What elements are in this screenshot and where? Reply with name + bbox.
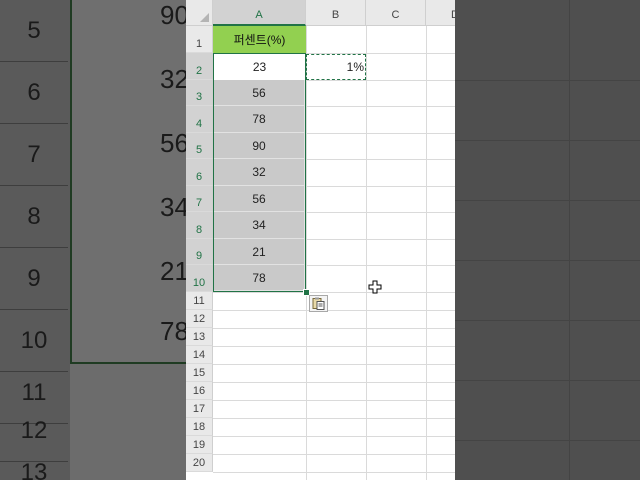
background-empty-cells (70, 364, 186, 480)
background-value: 78 (160, 316, 186, 346)
background-row-number: 5 (0, 0, 68, 62)
row-header-7[interactable]: 7 (186, 186, 213, 212)
spreadsheet-grid: A B C D 1 2 3 4 5 6 7 8 9 10 11 12 13 14… (186, 0, 455, 480)
row-header-6[interactable]: 6 (186, 159, 213, 186)
row-header-15[interactable]: 15 (186, 364, 213, 382)
paste-options-icon[interactable] (309, 295, 328, 312)
row-header-16[interactable]: 16 (186, 382, 213, 400)
column-header-b[interactable]: B (306, 0, 366, 26)
background-value: 32 (160, 64, 186, 94)
column-header-a[interactable]: A (213, 0, 306, 26)
row-header-18[interactable]: 18 (186, 418, 213, 436)
background-row-number: 8 (0, 186, 68, 248)
selection-range-outline (213, 53, 306, 292)
row-header-2[interactable]: 2 (186, 53, 213, 80)
cell-select-cursor-icon (368, 280, 382, 294)
row-header-4[interactable]: 4 (186, 106, 213, 133)
row-header-9[interactable]: 9 (186, 239, 213, 265)
background-zoomed-sheet-right (455, 0, 640, 480)
row-header-12[interactable]: 12 (186, 310, 213, 328)
copy-marquee (306, 54, 366, 80)
column-header-d[interactable]: D (426, 0, 455, 26)
background-zoomed-sheet-left: 5 6 7 8 9 10 11 12 13 90 32 56 34 21 78 (0, 0, 186, 480)
background-row-number: 9 (0, 248, 68, 310)
background-row-number: 6 (0, 62, 68, 124)
background-row-number: 7 (0, 124, 68, 186)
row-header-3[interactable]: 3 (186, 80, 213, 106)
row-header-19[interactable]: 19 (186, 436, 213, 454)
background-row-number: 13 (0, 442, 68, 480)
row-header-17[interactable]: 17 (186, 400, 213, 418)
row-header-14[interactable]: 14 (186, 346, 213, 364)
row-header-8[interactable]: 8 (186, 212, 213, 239)
background-value: 90 (160, 0, 186, 30)
background-value: 21 (160, 256, 186, 286)
column-header-c[interactable]: C (366, 0, 426, 26)
background-value: 56 (160, 128, 186, 158)
row-header-20[interactable]: 20 (186, 454, 213, 472)
cell-a1-header[interactable]: 퍼센트(%) (213, 26, 306, 53)
row-header-5[interactable]: 5 (186, 133, 213, 159)
row-header-1[interactable]: 1 (186, 26, 213, 53)
row-header-10[interactable]: 10 (186, 265, 213, 292)
row-header-13[interactable]: 13 (186, 328, 213, 346)
select-all-corner[interactable] (186, 0, 213, 26)
background-value: 34 (160, 192, 186, 222)
row-header-11[interactable]: 11 (186, 292, 213, 310)
